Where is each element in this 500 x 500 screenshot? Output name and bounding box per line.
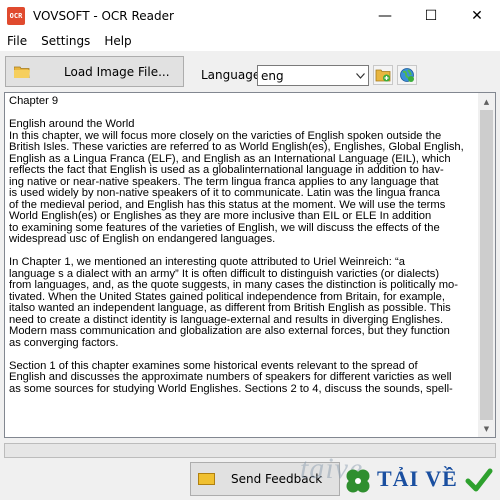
menu-help[interactable]: Help xyxy=(97,34,138,48)
title-bar: OCR VOVSOFT - OCR Reader — ☐ ✕ xyxy=(0,0,500,31)
brand-logo-text: TẢI VỀ xyxy=(377,466,458,491)
vertical-scrollbar[interactable]: ▲ ▼ xyxy=(478,93,495,437)
load-image-label: Load Image File... xyxy=(64,64,170,79)
app-icon: OCR xyxy=(7,6,25,25)
window-controls: — ☐ ✕ xyxy=(362,0,500,31)
checkmark-icon xyxy=(465,466,493,494)
scroll-up-icon[interactable]: ▲ xyxy=(478,93,495,110)
load-image-button[interactable]: Load Image File... xyxy=(5,56,184,87)
status-bar xyxy=(4,443,496,458)
window-title: VOVSOFT - OCR Reader xyxy=(33,8,174,23)
menu-file[interactable]: File xyxy=(0,34,34,48)
close-button[interactable]: ✕ xyxy=(454,0,500,31)
menu-settings[interactable]: Settings xyxy=(34,34,97,48)
toolbar: Load Image File... Language: eng xyxy=(0,51,500,91)
ocr-text: Chapter 9 English around the World In th… xyxy=(9,95,464,395)
menu-bar: File Settings Help xyxy=(0,31,500,51)
mail-icon xyxy=(198,473,215,485)
language-value: eng xyxy=(261,68,284,83)
ocr-text-area[interactable]: Chapter 9 English around the World In th… xyxy=(4,92,496,438)
maximize-button[interactable]: ☐ xyxy=(408,0,454,31)
scroll-thumb[interactable] xyxy=(480,110,493,420)
language-select[interactable]: eng xyxy=(257,65,369,86)
chevron-down-icon xyxy=(352,72,368,79)
globe-download-icon[interactable] xyxy=(397,65,417,85)
add-language-folder-icon[interactable] xyxy=(373,65,393,85)
scroll-down-icon[interactable]: ▼ xyxy=(478,420,495,437)
folder-icon xyxy=(13,66,30,78)
clover-icon xyxy=(343,466,373,496)
language-label: Language: xyxy=(201,68,265,82)
minimize-button[interactable]: — xyxy=(362,0,408,31)
